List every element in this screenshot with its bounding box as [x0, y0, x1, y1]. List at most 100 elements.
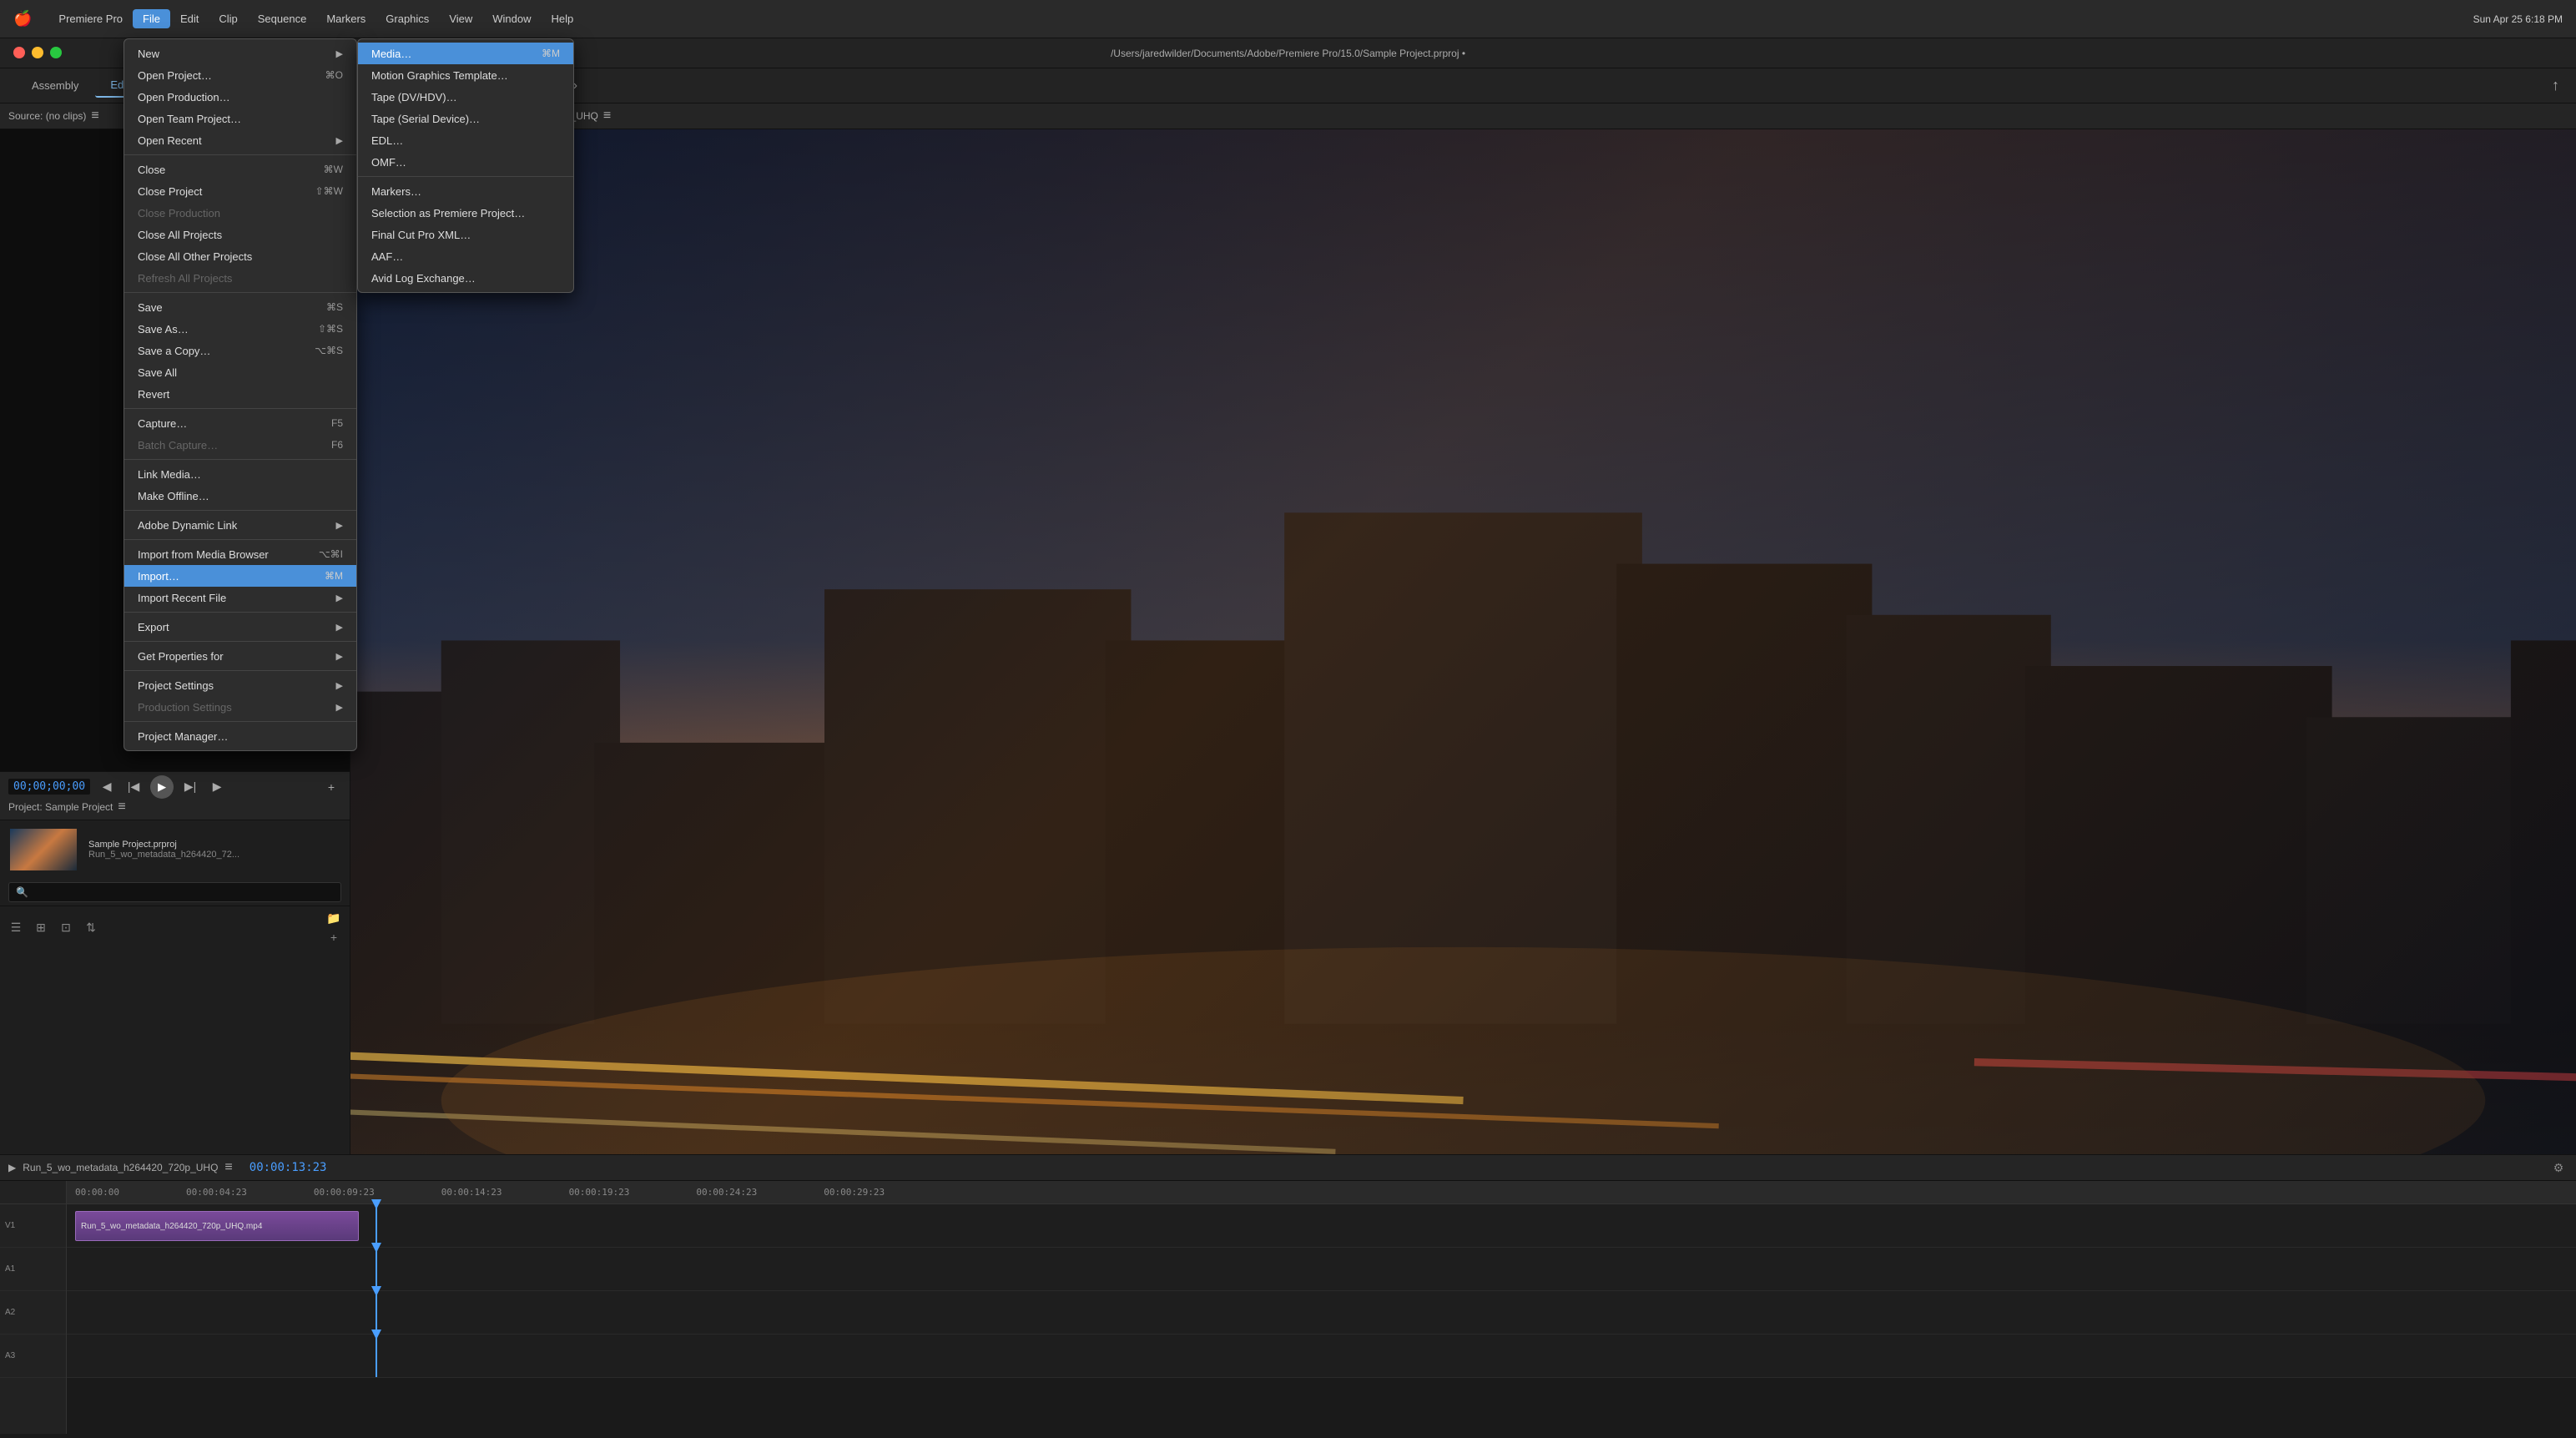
source-timecode[interactable]: 00;00;00;00 — [8, 779, 90, 795]
timeline-menu-icon[interactable]: ≡ — [224, 1160, 232, 1175]
menu-item-make-offline[interactable]: Make Offline… — [124, 485, 356, 507]
program-panel-menu-icon[interactable]: ≡ — [603, 108, 611, 124]
source-in-point-icon[interactable]: ◀ — [97, 777, 117, 797]
menu-item-import[interactable]: Import… ⌘M — [124, 565, 356, 587]
tab-assembly[interactable]: Assembly — [17, 74, 93, 97]
freeform-view-icon[interactable]: ⊡ — [57, 919, 75, 937]
menu-item-revert[interactable]: Revert — [124, 383, 356, 405]
menu-item-close-all-projects[interactable]: Close All Projects — [124, 224, 356, 245]
menubar-file[interactable]: File — [133, 9, 170, 28]
menu-close-label: Close — [138, 164, 165, 176]
menu-item-save[interactable]: Save ⌘S — [124, 296, 356, 318]
submenu-item-avid-log[interactable]: Avid Log Exchange… — [358, 267, 573, 289]
menu-make-offline-label: Make Offline… — [138, 490, 209, 502]
menu-item-project-settings[interactable]: Project Settings ▶ — [124, 674, 356, 696]
timeline-track-labels: V1 A1 A2 A3 — [0, 1181, 67, 1434]
menu-item-close-all-other[interactable]: Close All Other Projects — [124, 245, 356, 267]
menu-project-settings-label: Project Settings — [138, 679, 214, 692]
clip-label: Run_5_wo_metadata_h264420_720p_UHQ.mp4 — [81, 1222, 262, 1231]
menu-item-link-media[interactable]: Link Media… — [124, 463, 356, 485]
source-out-point-icon[interactable]: ▶ — [207, 777, 227, 797]
submenu-aaf-label: AAF… — [371, 250, 403, 263]
submenu-item-omf[interactable]: OMF… — [358, 151, 573, 173]
menu-save-copy-label: Save a Copy… — [138, 345, 210, 357]
center-right-area: Program: Run_5_wo_metadata_h264420_720p_… — [350, 103, 2576, 1438]
menubar-premiere-pro[interactable]: Premiere Pro — [48, 9, 133, 28]
menu-sep-10 — [124, 721, 356, 722]
menu-item-close[interactable]: Close ⌘W — [124, 159, 356, 180]
submenu-item-edl[interactable]: EDL… — [358, 129, 573, 151]
menu-item-open-team[interactable]: Open Team Project… — [124, 108, 356, 129]
timeline-a1-track[interactable] — [67, 1248, 2576, 1291]
menu-item-project-manager[interactable]: Project Manager… — [124, 725, 356, 747]
apple-menu[interactable]: 🍎 — [13, 10, 32, 28]
menu-item-get-properties[interactable]: Get Properties for ▶ — [124, 645, 356, 667]
grid-view-icon[interactable]: ⊞ — [32, 919, 50, 937]
menu-item-batch-capture: Batch Capture… F6 — [124, 434, 356, 456]
source-play-button[interactable]: ▶ — [150, 775, 174, 799]
new-item-icon[interactable]: + — [325, 928, 343, 946]
menu-close-production-label: Close Production — [138, 207, 220, 219]
menu-item-close-project[interactable]: Close Project ⇧⌘W — [124, 180, 356, 202]
menu-item-export[interactable]: Export ▶ — [124, 616, 356, 638]
timeline-a2-track[interactable] — [67, 1291, 2576, 1335]
menu-item-open-project[interactable]: Open Project… ⌘O — [124, 64, 356, 86]
playhead[interactable] — [376, 1204, 377, 1247]
menu-item-adobe-dynamic-link[interactable]: Adobe Dynamic Link ▶ — [124, 514, 356, 536]
submenu-item-tape-dvhdv[interactable]: Tape (DV/HDV)… — [358, 86, 573, 108]
menu-item-capture[interactable]: Capture… F5 — [124, 412, 356, 434]
menu-item-save-as[interactable]: Save As… ⇧⌘S — [124, 318, 356, 340]
menu-capture-shortcut: F5 — [331, 417, 343, 429]
timeline-content: V1 A1 A2 A3 00:00:00 00:00:04:23 00:00:0… — [0, 1181, 2576, 1434]
submenu-item-markers[interactable]: Markers… — [358, 180, 573, 202]
video-clip-item[interactable]: Run_5_wo_metadata_h264420_720p_UHQ.mp4 — [75, 1211, 359, 1241]
menu-import-recent-file-label: Import Recent File — [138, 592, 226, 604]
fullscreen-window-button[interactable] — [50, 47, 62, 58]
timeline-v1-track[interactable]: Run_5_wo_metadata_h264420_720p_UHQ.mp4 — [67, 1204, 2576, 1248]
menubar-markers[interactable]: Markers — [316, 9, 376, 28]
source-extra-controls: + — [321, 777, 341, 797]
publish-icon[interactable]: ↑ — [2552, 77, 2559, 94]
source-step-back-icon[interactable]: |◀ — [124, 777, 144, 797]
submenu-item-media[interactable]: Media… ⌘M — [358, 43, 573, 64]
timeline-panel-play-icon[interactable]: ▶ — [8, 1162, 16, 1173]
submenu-item-aaf[interactable]: AAF… — [358, 245, 573, 267]
menubar-window[interactable]: Window — [482, 9, 541, 28]
submenu-item-motion-graphics[interactable]: Motion Graphics Template… — [358, 64, 573, 86]
submenu-final-cut-pro-xml-label: Final Cut Pro XML… — [371, 229, 471, 241]
menubar-view[interactable]: View — [439, 9, 482, 28]
close-window-button[interactable] — [13, 47, 25, 58]
menubar-edit[interactable]: Edit — [170, 9, 209, 28]
menubar-help[interactable]: Help — [542, 9, 584, 28]
menu-item-open-production[interactable]: Open Production… — [124, 86, 356, 108]
menu-open-team-label: Open Team Project… — [138, 113, 241, 125]
menubar-sequence[interactable]: Sequence — [248, 9, 317, 28]
new-bin-icon[interactable]: 📁 — [325, 910, 343, 928]
submenu-item-tape-serial[interactable]: Tape (Serial Device)… — [358, 108, 573, 129]
menu-item-save-all[interactable]: Save All — [124, 361, 356, 383]
source-step-fwd-icon[interactable]: ▶| — [180, 777, 200, 797]
menu-item-import-from-media-browser[interactable]: Import from Media Browser ⌥⌘I — [124, 543, 356, 565]
sort-icon[interactable]: ⇅ — [82, 919, 100, 937]
timeline-timecode[interactable]: 00:00:13:23 — [250, 1161, 327, 1174]
source-add-icon[interactable]: + — [321, 777, 341, 797]
menu-item-import-recent-file[interactable]: Import Recent File ▶ — [124, 587, 356, 608]
list-view-icon[interactable]: ☰ — [7, 919, 25, 937]
menu-new-label: New — [138, 48, 159, 60]
source-panel-menu-icon[interactable]: ≡ — [91, 108, 98, 124]
timeline-a3-track[interactable] — [67, 1335, 2576, 1378]
minimize-window-button[interactable] — [32, 47, 43, 58]
menubar-clip[interactable]: Clip — [209, 9, 247, 28]
timeline-settings-icon[interactable]: ⚙ — [2549, 1158, 2568, 1177]
menu-item-new[interactable]: New ▶ — [124, 43, 356, 64]
submenu-item-final-cut-pro-xml[interactable]: Final Cut Pro XML… — [358, 224, 573, 245]
ruler-mark-2: 00:00:09:23 — [314, 1187, 375, 1198]
ruler-mark-1: 00:00:04:23 — [186, 1187, 247, 1198]
menubar-graphics[interactable]: Graphics — [376, 9, 439, 28]
project-search-bar[interactable]: 🔍 — [8, 882, 341, 902]
menu-item-save-copy[interactable]: Save a Copy… ⌥⌘S — [124, 340, 356, 361]
menu-adobe-dynamic-link-label: Adobe Dynamic Link — [138, 519, 237, 532]
file-menu-dropdown: New ▶ Open Project… ⌘O Open Production… … — [124, 38, 357, 751]
menu-item-open-recent[interactable]: Open Recent ▶ — [124, 129, 356, 151]
submenu-item-selection-premiere[interactable]: Selection as Premiere Project… — [358, 202, 573, 224]
